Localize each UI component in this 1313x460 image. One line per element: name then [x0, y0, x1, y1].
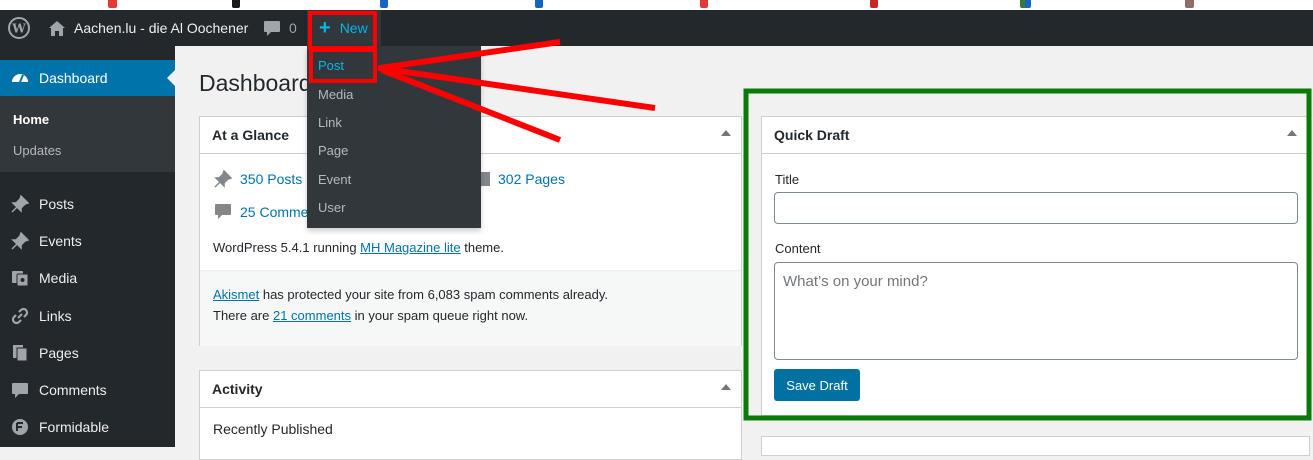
post-item-highlight: [309, 48, 377, 83]
new-button-highlight: [308, 11, 377, 50]
arrow-line: [379, 39, 561, 71]
quick-draft-highlight: [743, 88, 1312, 421]
annotation-overlay: [308, 11, 1312, 421]
arrow-line: [377, 65, 656, 111]
